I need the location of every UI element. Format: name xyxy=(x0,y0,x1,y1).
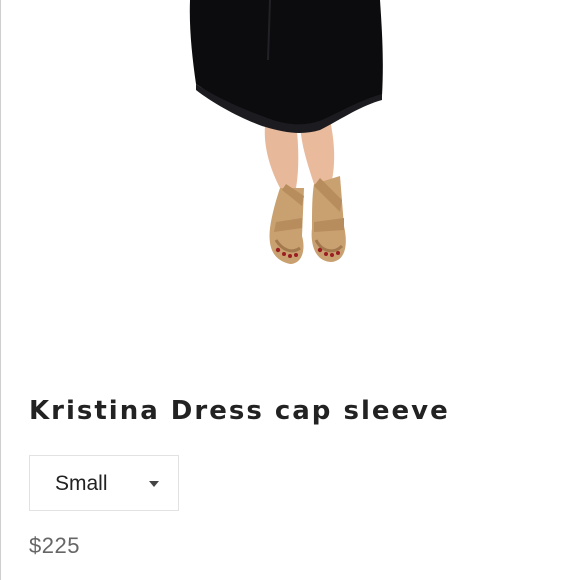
size-dropdown[interactable]: Small xyxy=(29,455,179,511)
chevron-down-icon xyxy=(149,481,159,487)
product-title: Kristina Dress cap sleeve xyxy=(29,396,450,426)
product-page: Kristina Dress cap sleeve Small $225 xyxy=(0,0,580,580)
product-photo xyxy=(0,0,580,360)
product-price: $225 xyxy=(29,533,80,558)
size-dropdown-value: Small xyxy=(55,472,108,495)
